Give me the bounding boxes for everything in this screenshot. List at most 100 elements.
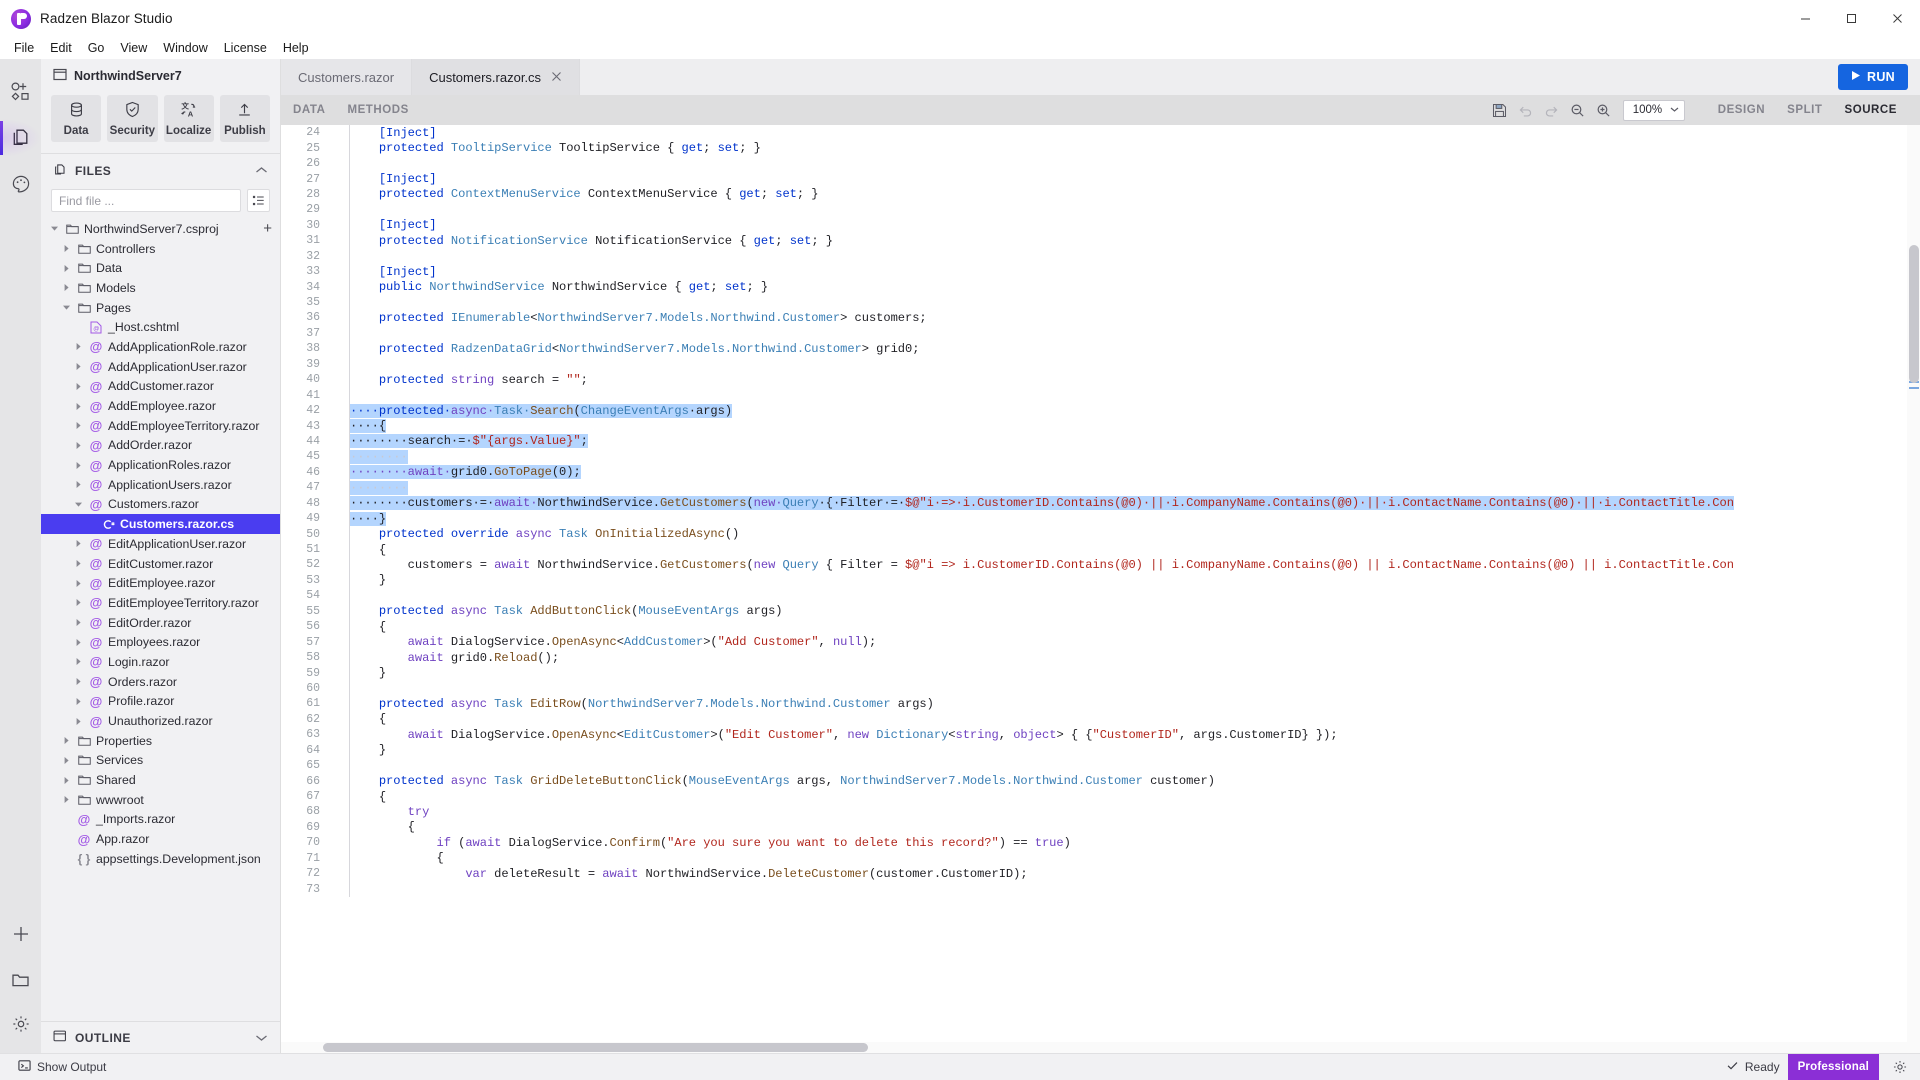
code-line[interactable]: 54 — [281, 588, 1920, 604]
code-line[interactable]: 68 try — [281, 804, 1920, 820]
code-line[interactable]: 52 customers = await NorthwindService.Ge… — [281, 557, 1920, 573]
code-line[interactable]: 69 { — [281, 819, 1920, 836]
code-text[interactable]: ········ — [350, 449, 408, 464]
chevron-right-icon[interactable] — [73, 597, 84, 608]
code-text[interactable]: } — [350, 666, 386, 680]
tree-item[interactable]: @ EditOrder.razor — [41, 613, 280, 633]
code-line[interactable]: 34 public NorthwindService NorthwindServ… — [281, 279, 1920, 295]
tree-item[interactable]: @ AddEmployeeTerritory.razor — [41, 416, 280, 436]
code-line[interactable]: 38 protected RadzenDataGrid<NorthwindSer… — [281, 341, 1920, 357]
code-text[interactable]: ········search·=·$"{args.Value}"; — [350, 434, 588, 449]
chevron-right-icon[interactable] — [73, 578, 84, 589]
tree-item[interactable]: @ ApplicationUsers.razor — [41, 475, 280, 495]
code-text[interactable]: protected async Task AddButtonClick(Mous… — [350, 604, 783, 618]
tree-item[interactable]: @ Profile.razor — [41, 692, 280, 712]
toolbar-tab-data[interactable]: DATA — [293, 95, 336, 125]
code-line[interactable]: 39 — [281, 356, 1920, 372]
menu-window[interactable]: Window — [155, 38, 215, 58]
chevron-right-icon[interactable] — [61, 755, 72, 766]
code-line[interactable]: 58 await grid0.Reload(); — [281, 649, 1920, 666]
quick-action-security[interactable]: Security — [107, 95, 158, 142]
rail-item-theme[interactable] — [0, 161, 41, 207]
code-text[interactable]: [Inject] — [350, 172, 437, 186]
tree-item[interactable]: @ EditEmployeeTerritory.razor — [41, 593, 280, 613]
code-text[interactable]: ····{ — [350, 419, 386, 434]
code-line[interactable]: 26 — [281, 155, 1920, 172]
zoom-in-icon[interactable] — [1591, 99, 1617, 121]
code-line[interactable]: 50 protected override async Task OnIniti… — [281, 526, 1920, 542]
rail-item-open-folder[interactable] — [0, 957, 41, 1003]
tree-item[interactable]: @ EditApplicationUser.razor — [41, 534, 280, 554]
run-button[interactable]: RUN — [1838, 64, 1908, 90]
mode-design-button[interactable]: DESIGN — [1707, 104, 1776, 116]
code-text[interactable]: try — [350, 805, 430, 819]
find-file-input[interactable] — [51, 189, 241, 212]
chevron-right-icon[interactable] — [73, 440, 84, 451]
menu-go[interactable]: Go — [80, 38, 113, 58]
chevron-right-icon[interactable] — [73, 656, 84, 667]
code-line[interactable]: 65 — [281, 757, 1920, 774]
code-line[interactable]: 62 { — [281, 711, 1920, 728]
undo-icon[interactable] — [1513, 99, 1539, 121]
rail-item-settings[interactable] — [0, 1003, 41, 1045]
tree-item[interactable]: Pages — [41, 298, 280, 318]
editor-tab-customers-razor[interactable]: Customers.razor — [281, 59, 413, 95]
code-text[interactable]: ····} — [350, 511, 386, 526]
tree-item[interactable]: Services — [41, 751, 280, 771]
chevron-right-icon[interactable] — [73, 479, 84, 490]
tree-item[interactable]: @ EditCustomer.razor — [41, 554, 280, 574]
chevron-right-icon[interactable] — [61, 282, 72, 293]
license-badge[interactable]: Professional — [1787, 1053, 1879, 1080]
code-text[interactable]: protected TooltipService TooltipService … — [350, 141, 761, 155]
horizontal-scrollbar[interactable] — [281, 1042, 1907, 1053]
menu-file[interactable]: File — [6, 38, 42, 58]
chevron-right-icon[interactable] — [61, 775, 72, 786]
tree-item[interactable]: NorthwindServer7.csproj + — [41, 219, 280, 239]
code-text[interactable]: protected IEnumerable<NorthwindServer7.M… — [350, 311, 927, 325]
code-line[interactable]: 71 { — [281, 850, 1920, 866]
tree-item[interactable]: @ AddApplicationRole.razor — [41, 337, 280, 357]
code-line[interactable]: 48 ········customers·=·await·NorthwindSer… — [281, 495, 1920, 511]
code-line[interactable]: 61 protected async Task EditRow(Northwin… — [281, 696, 1920, 712]
chevron-down-icon[interactable] — [61, 302, 72, 313]
quick-action-data[interactable]: Data — [51, 95, 102, 142]
code-text[interactable]: protected RadzenDataGrid<NorthwindServer… — [350, 342, 920, 356]
menu-edit[interactable]: Edit — [42, 38, 80, 58]
outline-panel-header[interactable]: OUTLINE — [41, 1021, 280, 1053]
code-line[interactable]: 46 ········await·grid0.GoToPage(0); — [281, 464, 1920, 481]
chevron-right-icon[interactable] — [73, 558, 84, 569]
tree-item[interactable]: @ _Host.cshtml — [41, 317, 280, 337]
chevron-right-icon[interactable] — [73, 676, 84, 687]
tree-item[interactable]: Shared — [41, 770, 280, 790]
files-panel-header[interactable]: FILES — [41, 154, 280, 188]
code-text[interactable]: ····protected·async·Task·Search(ChangeEv… — [350, 403, 732, 418]
code-line[interactable]: 41 — [281, 387, 1920, 403]
code-line[interactable]: 32 — [281, 248, 1920, 264]
editor-tab-customers-razor-cs[interactable]: Customers.razor.cs — [412, 59, 581, 95]
close-button[interactable] — [1874, 0, 1920, 37]
code-line[interactable]: 57 await DialogService.OpenAsync<AddCust… — [281, 634, 1920, 650]
code-line[interactable]: 47 ········ — [281, 480, 1920, 496]
code-text[interactable]: [Inject] — [350, 126, 437, 140]
code-line[interactable]: 37 — [281, 325, 1920, 342]
tree-item[interactable]: { } appsettings.Development.json — [41, 849, 280, 869]
code-line[interactable]: 60 — [281, 680, 1920, 697]
save-disk-icon[interactable] — [1487, 99, 1513, 121]
tree-item[interactable]: @ Unauthorized.razor — [41, 711, 280, 731]
menu-help[interactable]: Help — [275, 38, 317, 58]
code-scroll-area[interactable]: 24 [Inject] 25 protected TooltipService T… — [281, 125, 1920, 1053]
code-line[interactable]: 40 protected string search = ""; — [281, 372, 1920, 388]
chevron-up-icon[interactable] — [255, 164, 268, 178]
menu-license[interactable]: License — [216, 38, 275, 58]
chevron-right-icon[interactable] — [73, 420, 84, 431]
code-text[interactable]: { — [350, 712, 386, 726]
minimize-button[interactable] — [1782, 0, 1828, 37]
list-tree-icon[interactable] — [247, 189, 270, 212]
code-text[interactable]: protected ContextMenuService ContextMenu… — [350, 187, 819, 201]
code-line[interactable]: 36 protected IEnumerable<NorthwindServer… — [281, 310, 1920, 326]
mode-split-button[interactable]: SPLIT — [1776, 104, 1833, 116]
tree-item[interactable]: @ AddEmployee.razor — [41, 396, 280, 416]
chevron-right-icon[interactable] — [61, 794, 72, 805]
chevron-down-icon[interactable] — [255, 1031, 268, 1045]
tree-item[interactable]: @ ApplicationRoles.razor — [41, 455, 280, 475]
